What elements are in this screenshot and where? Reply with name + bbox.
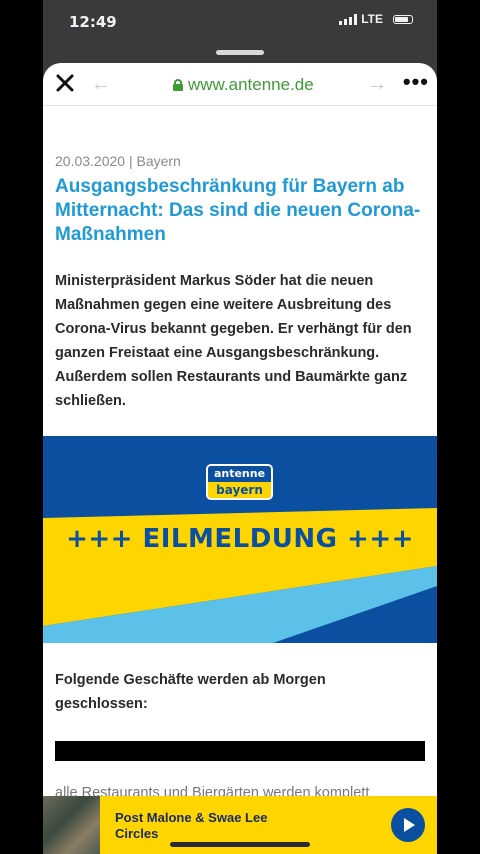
status-bar: 12:49 LTE: [43, 0, 437, 42]
url-display[interactable]: www.antenne.de: [173, 75, 314, 95]
lock-icon: [173, 79, 183, 91]
signal-icon: [339, 13, 358, 25]
article-lead: Ministerpräsident Markus Söder hat die n…: [55, 273, 412, 409]
sheet-grabber[interactable]: [216, 50, 264, 55]
url-bar: ← www.antenne.de → •••: [43, 63, 437, 106]
track-title: Circles: [115, 826, 159, 841]
status-time: 12:49: [69, 13, 117, 31]
redacted-bar: [55, 741, 425, 761]
track-artist: Post Malone & Swae Lee: [115, 810, 268, 825]
close-icon[interactable]: [55, 73, 75, 93]
forward-arrow-icon[interactable]: →: [367, 73, 387, 96]
banner-headline: +++ EILMELDUNG +++: [66, 524, 414, 554]
article-subhead: Folgende Geschäfte werden ab Morgen gesc…: [55, 672, 326, 712]
browser-sheet: ← www.antenne.de → ••• 20.03.2020 | Baye…: [43, 63, 437, 854]
antenne-bayern-logo: antenne bayern: [206, 464, 273, 500]
article-title: Ausgangsbeschränkung für Bayern ab Mitte…: [55, 176, 421, 245]
breaking-news-banner[interactable]: antenne bayern +++ EILMELDUNG +++: [43, 436, 437, 643]
more-options-icon[interactable]: •••: [403, 69, 429, 95]
network-label: LTE: [361, 12, 383, 26]
article-meta: 20.03.2020 | Bayern: [55, 153, 181, 169]
home-indicator[interactable]: [170, 842, 310, 847]
battery-icon: [393, 14, 413, 24]
play-button[interactable]: [391, 808, 425, 842]
back-arrow-icon[interactable]: ←: [91, 73, 111, 96]
album-cover: [43, 796, 100, 854]
